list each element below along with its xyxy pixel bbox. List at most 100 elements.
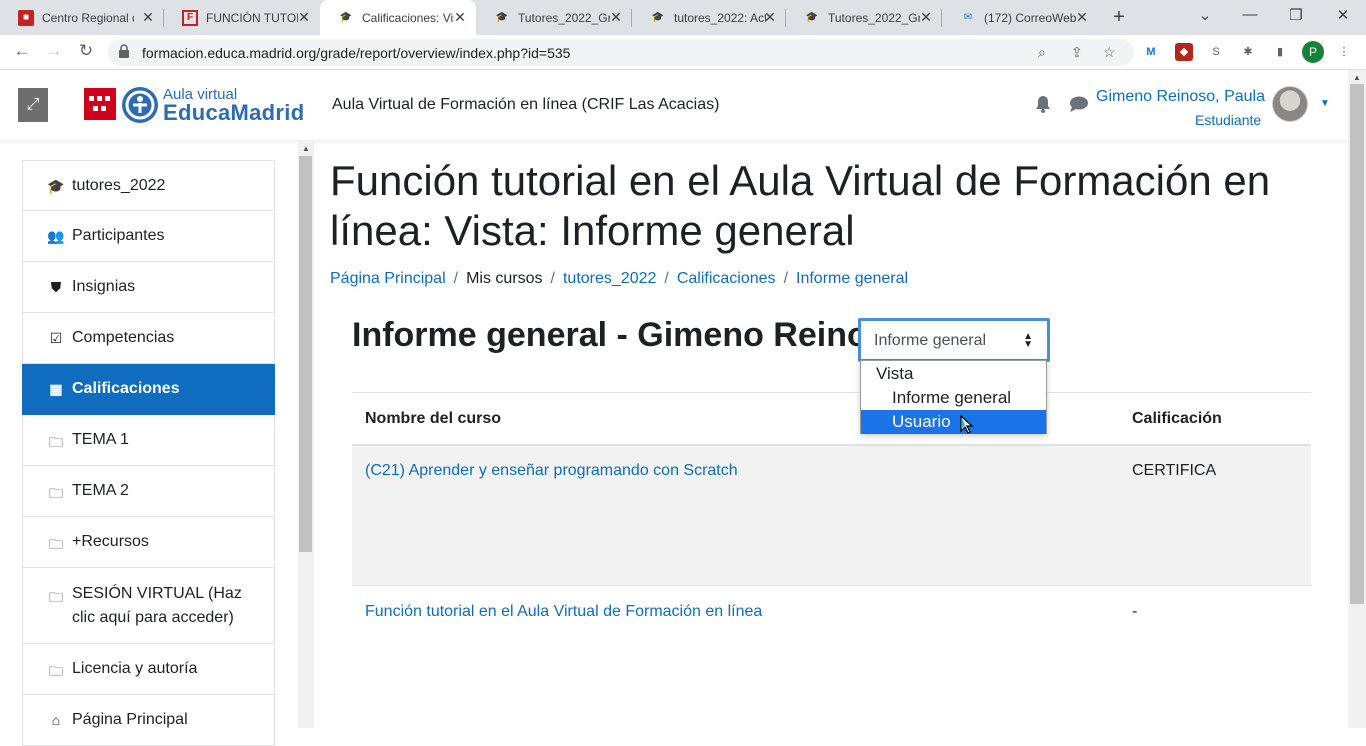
sidebar-item-competencias[interactable]: ☑ Competencias (22, 313, 275, 364)
sidebar-item-sesion-virtual[interactable]: 🗀 SESIÓN VIRTUAL (Haz clic aquí para acc… (22, 568, 275, 644)
new-tab-button[interactable]: + (1108, 6, 1130, 29)
browser-tab[interactable]: 🎓 Tutores_2022_Grupo ✕ (786, 0, 942, 35)
sidebar-item-label: Licencia y autoría (72, 660, 198, 677)
ublock-icon[interactable]: ◆ (1175, 43, 1193, 61)
course-link[interactable]: (C21) Aprender y enseñar programando con… (365, 462, 738, 480)
report-heading: Informe general - Gimeno Reinoso (352, 316, 908, 354)
browser-tab[interactable]: 🎓 Tutores_2022_Grupo ✕ (476, 0, 632, 35)
close-window-icon[interactable]: ✕ (1333, 6, 1353, 24)
forward-icon[interactable]: → (43, 41, 65, 61)
logo-title[interactable]: EducaMadrid (163, 100, 304, 126)
side-panel-icon[interactable]: ▮ (1271, 43, 1289, 61)
lock-icon[interactable] (118, 44, 130, 58)
option-informe-general[interactable]: Informe general (861, 386, 1046, 410)
sidebar-item-pagina-principal[interactable]: ⌂ Página Principal (22, 695, 275, 746)
browser-tab-active[interactable]: 🎓 Calificaciones: Vista ✕ (320, 0, 476, 35)
back-icon[interactable]: ← (11, 41, 33, 61)
breadcrumb-separator: / (453, 270, 459, 287)
breadcrumb: Página Principal / Mis cursos / tutores_2022… (330, 270, 908, 288)
tab-search-icon[interactable]: ⌄ (1195, 6, 1215, 24)
browser-tab[interactable]: 🎓 tutores_2022: Acti ✕ (632, 0, 786, 35)
report-view-select[interactable]: Informe general ▲ ▼ (858, 318, 1050, 362)
scroll-up-icon[interactable]: ▲ (302, 144, 310, 153)
close-tab-icon[interactable]: ✕ (762, 9, 778, 26)
breadcrumb-link[interactable]: Informe general (796, 270, 908, 287)
sidebar-scrollbar[interactable]: ▲ (298, 142, 314, 728)
sidebar-item-calificaciones[interactable]: ▦ Calificaciones (22, 364, 275, 415)
moodle-icon: 🎓 (339, 12, 353, 23)
tab-title: tutores_2022: Acti (674, 10, 766, 25)
close-tab-icon[interactable]: ✕ (608, 9, 624, 26)
educamadrid-logo-icon[interactable] (122, 87, 158, 123)
course-link[interactable]: Función tutorial en el Aula Virtual de F… (365, 603, 762, 621)
grade-value: CERTIFICA (1132, 462, 1217, 479)
sidebar-item-recursos[interactable]: 🗀 +Recursos (22, 517, 275, 568)
close-tab-icon[interactable]: ✕ (452, 9, 468, 26)
breadcrumb-separator: / (550, 270, 555, 287)
close-tab-icon[interactable]: ✕ (296, 9, 312, 26)
menu-kebab-icon[interactable]: ⋮ (1335, 43, 1353, 61)
comunidad-madrid-logo[interactable] (84, 88, 116, 120)
sidebar-item-label: TEMA 2 (72, 482, 129, 499)
sidebar-item-tema-2[interactable]: 🗀 TEMA 2 (22, 466, 275, 517)
skype-icon[interactable]: S (1207, 43, 1225, 61)
tab-title: Tutores_2022_Grupo (828, 10, 920, 25)
scroll-up-icon[interactable]: ▲ (1353, 73, 1361, 82)
breadcrumb-link[interactable]: tutores_2022 (563, 270, 656, 287)
minimize-icon[interactable]: — (1240, 6, 1260, 23)
folder-icon: 🗀 (49, 663, 63, 679)
reload-icon[interactable]: ↻ (75, 41, 97, 61)
close-tab-icon[interactable]: ✕ (1074, 9, 1090, 26)
chat-icon[interactable] (1069, 95, 1089, 113)
shield-icon: ⛊ (50, 279, 62, 295)
browser-toolbar: ← → ↻ formacion.educa.madrid.org/grade/r… (0, 35, 1366, 70)
sidebar-item-label: +Recursos (72, 533, 149, 550)
sidebar-item-label: Insignias (72, 278, 136, 295)
restore-icon[interactable]: ❐ (1286, 6, 1306, 24)
sidebar-item-licencia[interactable]: 🗀 Licencia y autoría (22, 644, 275, 695)
folder-icon: 🗀 (49, 434, 63, 450)
tab-title: FUNCIÓN TUTORIAL (206, 10, 298, 25)
moodle-icon: 🎓 (495, 12, 509, 23)
sidebar-item-insignias[interactable]: ⛊ Insignias (22, 262, 275, 313)
sidebar-item-label: SESIÓN VIRTUAL (Haz clic aquí para acced… (72, 585, 242, 626)
browser-tab[interactable]: F FUNCIÓN TUTORIAL ✕ (164, 0, 320, 35)
option-usuario[interactable]: Usuario (861, 410, 1046, 434)
sidebar-item-course[interactable]: 🎓 tutores_2022 (22, 160, 275, 211)
chevron-down-icon[interactable]: ▼ (1320, 98, 1330, 109)
profile-avatar[interactable]: P (1302, 41, 1324, 63)
close-tab-icon[interactable]: ✕ (140, 9, 156, 26)
avatar[interactable] (1272, 86, 1308, 122)
optgroup-label: Vista (876, 364, 914, 383)
browser-tab[interactable]: ■ Centro Regional de ✕ (0, 0, 164, 35)
extensions-puzzle-icon[interactable]: ✱ (1239, 43, 1257, 61)
course-navigation: 🎓 tutores_2022 👥 Participantes ⛊ Insigni… (22, 160, 275, 746)
user-name[interactable]: Gimeno Reinoso, Paula (1096, 88, 1265, 106)
bookmark-star-icon[interactable]: ☆ (1103, 44, 1116, 61)
grade-value: - (1132, 603, 1138, 620)
sidebar-item-participantes[interactable]: 👥 Participantes (22, 211, 275, 262)
zoom-icon[interactable]: ⌕ (1038, 44, 1046, 61)
expand-icon[interactable]: ⤢ (18, 88, 48, 122)
sidebar-item-label: Competencias (72, 329, 175, 346)
breadcrumb-link[interactable]: Calificaciones (677, 270, 776, 287)
scrollbar-thumb[interactable] (299, 156, 312, 552)
sidebar-item-tema-1[interactable]: 🗀 TEMA 1 (22, 415, 275, 466)
doc-icon: F (182, 9, 198, 26)
extension-icon[interactable]: M (1142, 43, 1160, 61)
mouse-cursor-icon (960, 415, 974, 434)
column-header-course: Nombre del curso (365, 410, 502, 427)
scrollbar-thumb[interactable] (1350, 84, 1364, 604)
share-icon[interactable]: ⇪ (1071, 44, 1083, 61)
breadcrumb-link[interactable]: Página Principal (330, 270, 446, 287)
address-bar[interactable]: formacion.educa.madrid.org/grade/report/… (108, 39, 1134, 66)
column-header-grade: Calificación (1132, 410, 1222, 427)
select-arrows-icon: ▲ ▼ (1023, 331, 1033, 350)
tab-title: Centro Regional de (42, 10, 134, 25)
url-text[interactable]: formacion.educa.madrid.org/grade/report/… (142, 45, 570, 61)
folder-icon: 🗀 (49, 536, 63, 552)
browser-tab[interactable]: ✉ (172) CorreoWeb ✕ (942, 0, 1098, 35)
close-tab-icon[interactable]: ✕ (918, 9, 934, 26)
page-scrollbar[interactable]: ▲ (1348, 70, 1366, 728)
bell-icon[interactable] (1034, 94, 1052, 114)
